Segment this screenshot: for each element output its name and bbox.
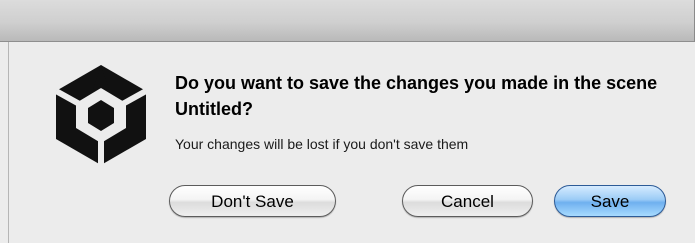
- unity-logo-icon: [46, 60, 156, 170]
- dialog-message: Your changes will be lost if you don't s…: [175, 136, 469, 152]
- window-titlebar[interactable]: [0, 0, 694, 42]
- dont-save-button[interactable]: Don't Save: [169, 185, 336, 217]
- save-button[interactable]: Save: [554, 185, 666, 217]
- cancel-button[interactable]: Cancel: [402, 185, 533, 217]
- dialog-title: Do you want to save the changes you made…: [175, 73, 658, 119]
- dialog-window: Do you want to save the changes you made…: [0, 0, 695, 243]
